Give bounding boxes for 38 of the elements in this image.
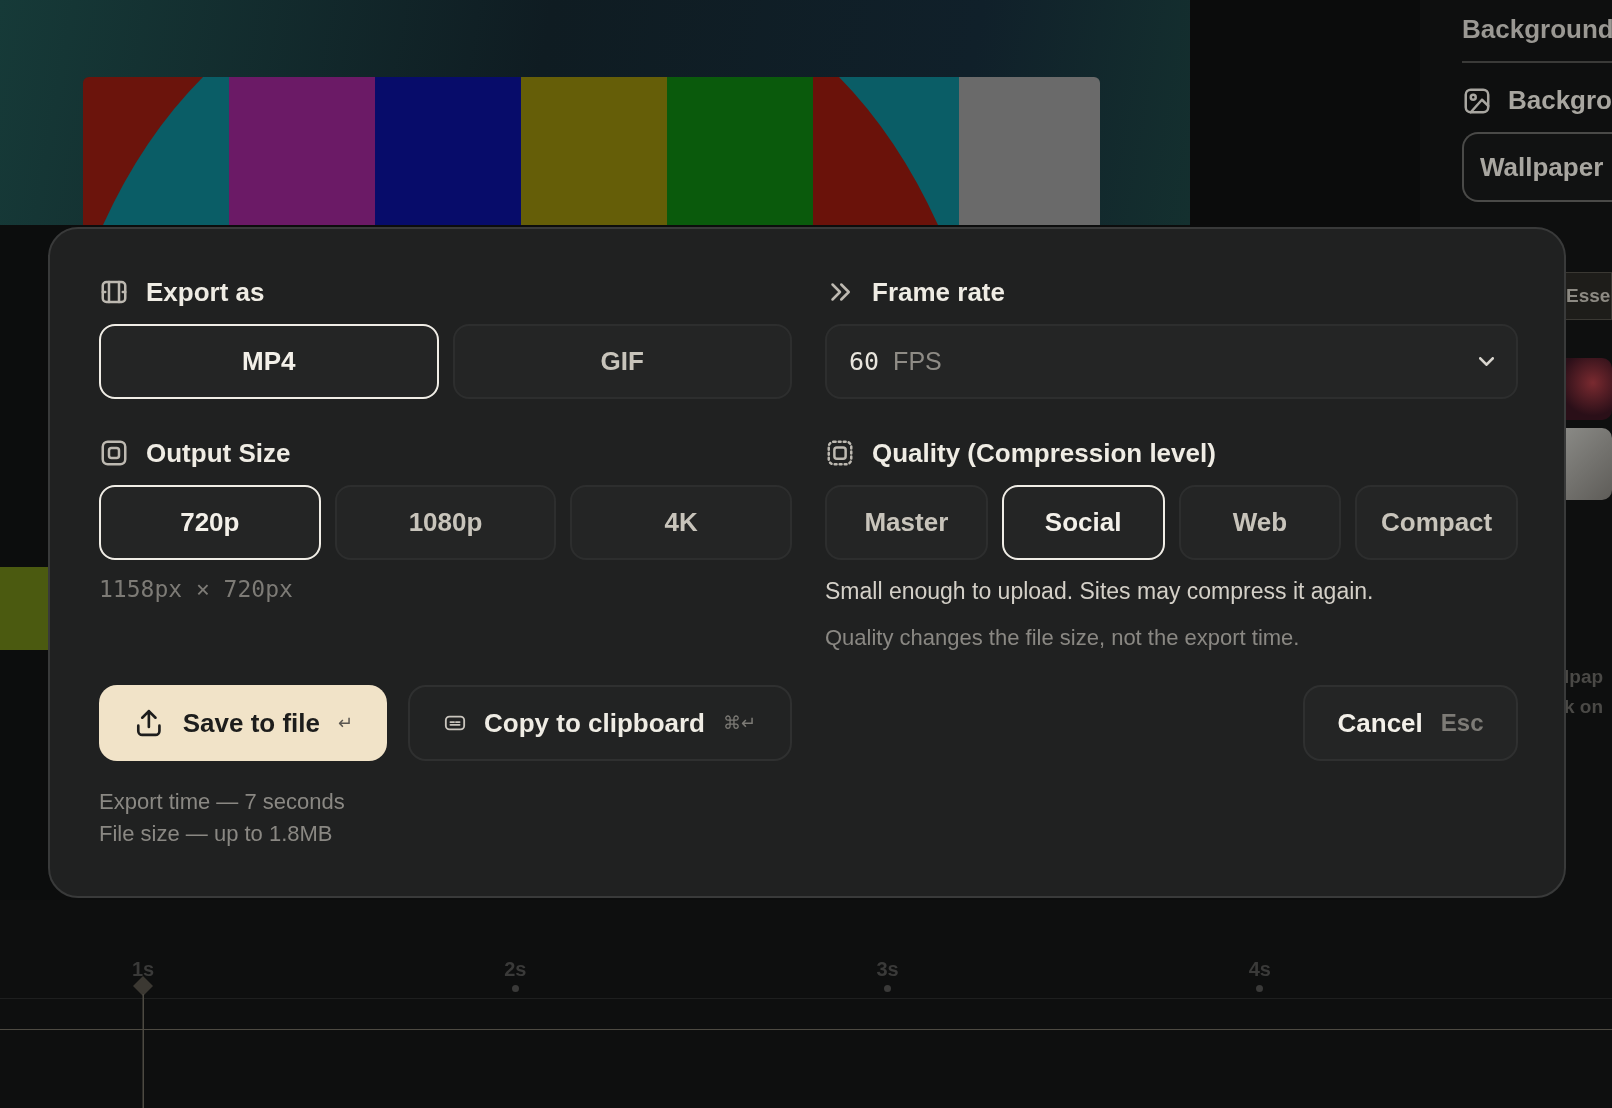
- quality-option[interactable]: Master: [825, 485, 988, 560]
- tick-mark: [1256, 985, 1264, 992]
- shortcut-hint: ⌘↵: [723, 712, 756, 734]
- size-option[interactable]: 4K: [570, 485, 792, 560]
- wallpaper-thumbnail[interactable]: [1564, 428, 1612, 500]
- description-text: Small enough to upload. Sites may compress it again.: [825, 578, 1375, 605]
- chevron-down-icon: [1479, 357, 1494, 366]
- info-text: Export time — 7 seconds: [99, 789, 346, 815]
- frame-rate-select[interactable]: 60 FPS: [825, 324, 1518, 399]
- tick-mark: [511, 985, 519, 992]
- save-button[interactable]: Save to file ↵: [99, 685, 387, 761]
- dotted-square-icon: [825, 438, 855, 468]
- cancel-button[interactable]: Cancel Esc: [1303, 685, 1518, 761]
- dimensions-text: 1158px × 720px: [99, 576, 294, 602]
- quality-option[interactable]: Web: [1178, 485, 1342, 560]
- copy-button[interactable]: Copy to clipboard ⌘↵: [408, 685, 792, 761]
- section-title: Background: [1462, 0, 1612, 63]
- tick-mark: [884, 985, 891, 992]
- wallpaper-thumbnail[interactable]: [1564, 358, 1612, 420]
- quality-option[interactable]: Compact: [1355, 485, 1518, 560]
- section-title: Quality (Compression level): [872, 437, 1216, 469]
- format-option[interactable]: GIF: [452, 324, 792, 399]
- section-title: Frame rate: [872, 276, 1005, 308]
- section-title: Output Size: [146, 437, 291, 469]
- shortcut-hint: ↵: [338, 712, 353, 734]
- shortcut-hint: Esc: [1440, 709, 1484, 737]
- playhead[interactable]: [131, 976, 155, 1108]
- section-title: Export as: [146, 276, 265, 308]
- section-label: Backgro: [1507, 85, 1612, 116]
- info-text: File size — up to 1.8MB: [99, 821, 334, 847]
- wallpaper-button[interactable]: Wallpaper: [1462, 132, 1612, 202]
- size-option[interactable]: 720p: [99, 485, 321, 560]
- size-option[interactable]: 1080p: [334, 485, 557, 560]
- square-icon: [99, 438, 129, 468]
- tab[interactable]: Esse: [1564, 272, 1612, 320]
- note-text: Quality changes the file size, not the export time.: [825, 625, 1301, 651]
- format-option[interactable]: MP4: [99, 324, 439, 399]
- quality-option[interactable]: Social: [1001, 485, 1165, 560]
